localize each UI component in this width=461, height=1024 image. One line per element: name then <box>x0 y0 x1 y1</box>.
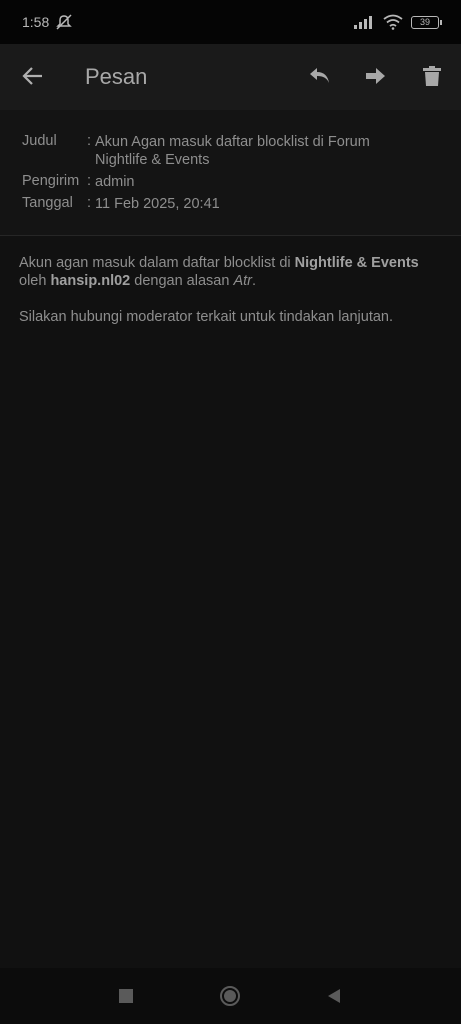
message-paragraph-1: Akun agan masuk dalam daftar blocklist d… <box>19 254 444 290</box>
wifi-icon <box>383 14 403 30</box>
date-row: Tanggal : 11 Feb 2025, 20:41 <box>22 195 415 213</box>
status-bar: 1:58 39 <box>0 0 461 44</box>
message-details: Judul : Akun Agan masuk daftar blocklist… <box>0 110 461 236</box>
subject-row: Judul : Akun Agan masuk daftar blocklist… <box>22 133 415 169</box>
moderator-name: hansip.nl02 <box>50 273 131 289</box>
message-text: dengan alasan <box>130 273 234 289</box>
page-title: Pesan <box>85 64 148 89</box>
back-icon[interactable] <box>322 984 346 1008</box>
back-arrow-icon[interactable] <box>20 63 46 89</box>
forum-name: Nightlife & Events <box>294 255 419 271</box>
subject-value: Akun Agan masuk daftar blocklist di Foru… <box>95 134 370 168</box>
message-body: Akun agan masuk dalam daftar blocklist d… <box>19 254 444 344</box>
message-text: . <box>251 273 256 289</box>
forward-icon[interactable] <box>363 63 389 89</box>
reply-icon[interactable] <box>307 63 333 89</box>
date-label: Tanggal <box>22 195 73 211</box>
battery-level: 39 <box>419 17 430 27</box>
home-icon[interactable] <box>218 984 242 1008</box>
navigation-bar <box>0 968 461 1024</box>
trash-icon[interactable] <box>419 63 445 89</box>
sender-row: Pengirim : admin <box>22 173 415 191</box>
sender-separator: : <box>87 173 92 189</box>
message-paragraph-2: Silakan hubungi moderator terkait untuk … <box>19 309 394 325</box>
app-bar: Pesan <box>0 44 461 110</box>
message-text: Akun agan masuk dalam daftar blocklist d… <box>19 255 295 271</box>
subject-separator: : <box>87 133 92 149</box>
signal-icon <box>354 16 372 29</box>
silent-notification-icon <box>56 14 73 30</box>
date-separator: : <box>87 195 92 211</box>
message-text: oleh <box>19 273 51 289</box>
recent-apps-icon[interactable] <box>114 984 138 1008</box>
status-time: 1:58 <box>22 14 50 30</box>
battery-icon: 39 <box>411 15 442 29</box>
date-value: 11 Feb 2025, 20:41 <box>95 196 220 212</box>
block-reason: Atr <box>233 273 252 289</box>
subject-label: Judul <box>22 133 57 149</box>
sender-label: Pengirim <box>22 173 80 189</box>
sender-value: admin <box>95 174 135 190</box>
